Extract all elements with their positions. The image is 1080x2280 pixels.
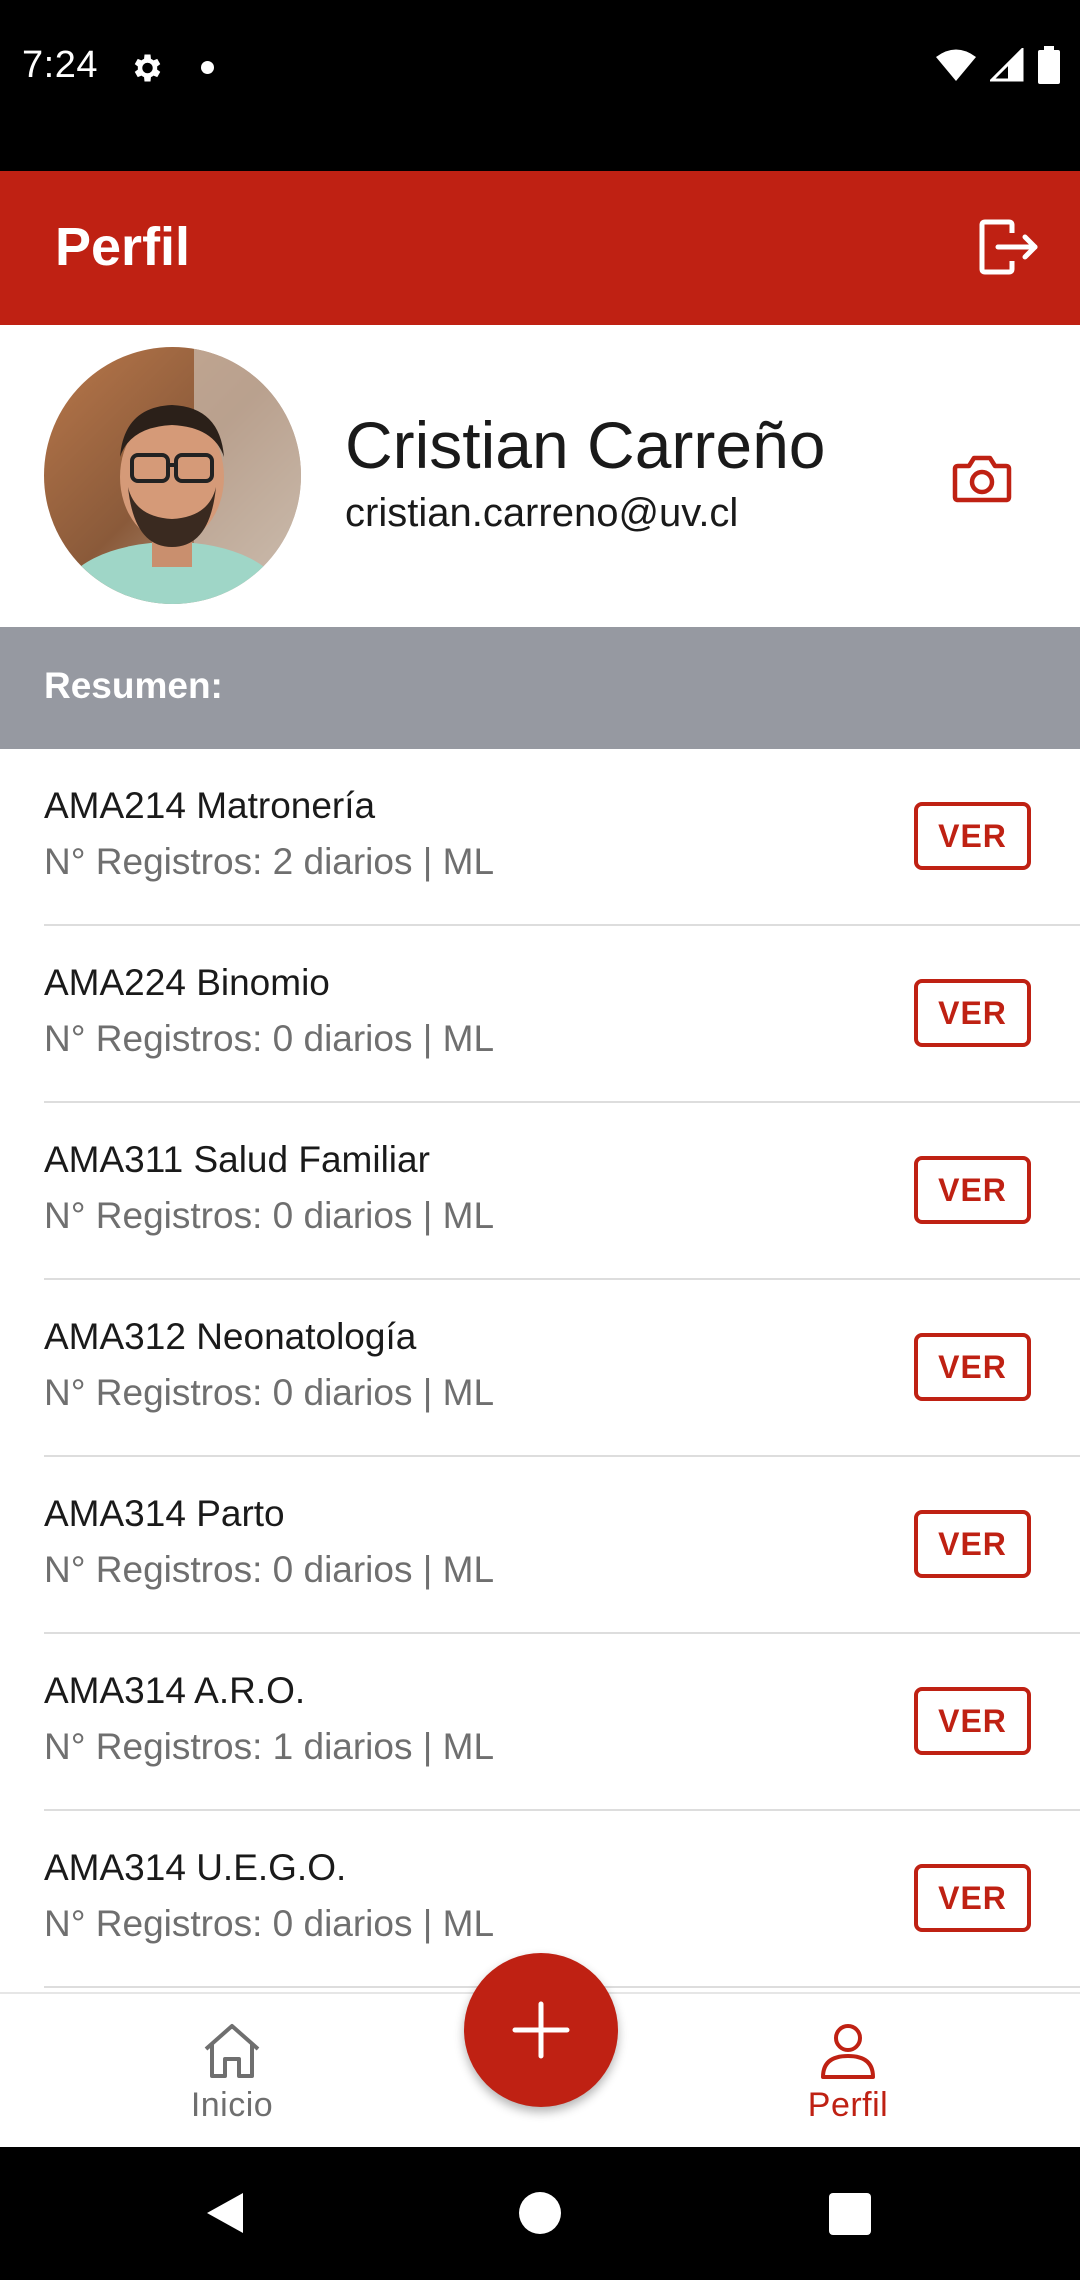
logout-icon[interactable] [978, 219, 1040, 275]
view-course-button[interactable]: VER [914, 1156, 1031, 1224]
course-records: N° Registros: 0 diarios | ML [44, 1018, 495, 1059]
nav-label-perfil: Perfil [807, 2086, 889, 2124]
settings-gear-icon [134, 54, 161, 82]
wifi-icon [936, 49, 976, 81]
person-icon [821, 2024, 875, 2079]
list-item: AMA312 Neonatología N° Registros: 0 diar… [0, 1280, 1080, 1457]
summary-label: Resumen: [44, 665, 223, 706]
view-course-button[interactable]: VER [914, 1510, 1031, 1578]
camera-icon[interactable] [952, 452, 1012, 504]
system-nav-bar [0, 2147, 1080, 2280]
profile-card: Cristian Carreño cristian.carreno@uv.cl [0, 325, 1080, 627]
view-course-button[interactable]: VER [914, 1333, 1031, 1401]
view-course-button[interactable]: VER [914, 1864, 1031, 1932]
page-title: Perfil [55, 217, 191, 277]
summary-header: Resumen: [0, 627, 1080, 749]
course-name: AMA314 A.R.O. [44, 1670, 306, 1711]
avatar[interactable] [44, 347, 301, 604]
status-time: 7:24 [22, 44, 98, 86]
list-item: AMA214 Matronería N° Registros: 2 diario… [0, 749, 1080, 926]
course-records: N° Registros: 0 diarios | ML [44, 1195, 495, 1236]
course-name: AMA314 Parto [44, 1493, 285, 1534]
view-course-button[interactable]: VER [914, 1687, 1031, 1755]
home-icon [204, 2024, 260, 2078]
status-bar: 7:24 [0, 0, 1080, 171]
course-records: N° Registros: 2 diarios | ML [44, 841, 495, 882]
nav-item-perfil[interactable]: Perfil [738, 1994, 958, 2149]
course-name: AMA311 Salud Familiar [44, 1139, 430, 1180]
profile-name: Cristian Carreño [345, 408, 826, 482]
signal-icon [990, 48, 1024, 82]
plus-icon [512, 2001, 570, 2059]
profile-email: cristian.carreno@uv.cl [345, 491, 739, 535]
notification-dot-icon [201, 61, 214, 74]
recent-apps-icon[interactable] [829, 2193, 871, 2235]
list-item: AMA311 Salud Familiar N° Registros: 0 di… [0, 1103, 1080, 1280]
list-item: AMA314 Parto N° Registros: 0 diarios | M… [0, 1457, 1080, 1634]
nav-item-inicio[interactable]: Inicio [122, 1994, 342, 2149]
back-icon[interactable] [205, 2191, 245, 2235]
course-records: N° Registros: 0 diarios | ML [44, 1903, 495, 1944]
list-item: AMA224 Binomio N° Registros: 0 diarios |… [0, 926, 1080, 1103]
home-circle-icon[interactable] [519, 2192, 561, 2234]
view-course-button[interactable]: VER [914, 802, 1031, 870]
view-course-button[interactable]: VER [914, 979, 1031, 1047]
course-records: N° Registros: 0 diarios | ML [44, 1372, 495, 1413]
avatar-photo [44, 347, 301, 604]
course-name: AMA314 U.E.G.O. [44, 1847, 347, 1888]
list-item: AMA314 A.R.O. N° Registros: 1 diarios | … [0, 1634, 1080, 1811]
course-records: N° Registros: 1 diarios | ML [44, 1726, 495, 1767]
battery-icon [1038, 46, 1060, 84]
app-bar: Perfil [0, 171, 1080, 325]
nav-label-inicio: Inicio [190, 2086, 274, 2124]
add-button[interactable] [464, 1953, 618, 2107]
status-icons [936, 46, 1060, 84]
course-name: AMA214 Matronería [44, 785, 376, 826]
course-records: N° Registros: 0 diarios | ML [44, 1549, 495, 1590]
course-list[interactable]: AMA214 Matronería N° Registros: 2 diario… [0, 749, 1080, 1992]
course-name: AMA224 Binomio [44, 962, 330, 1003]
course-name: AMA312 Neonatología [44, 1316, 417, 1357]
